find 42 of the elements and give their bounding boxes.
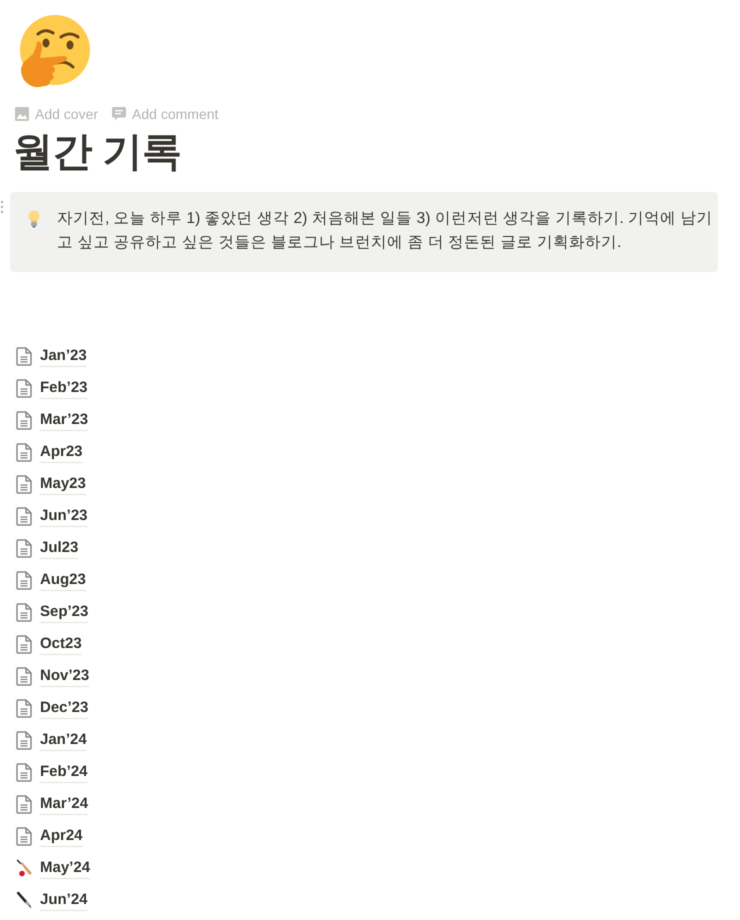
page-link[interactable]: Nov’23 <box>16 660 90 692</box>
page-link[interactable]: Jun’23 <box>16 500 88 532</box>
document-icon <box>16 666 32 686</box>
page-link[interactable]: Apr23 <box>16 436 83 468</box>
cricket-bat-icon <box>16 859 32 877</box>
page-link[interactable]: Jan’24 <box>16 724 87 756</box>
page-link[interactable]: Feb’24 <box>16 756 88 788</box>
document-icon <box>16 378 32 398</box>
page-link[interactable]: Jan’23 <box>16 340 87 372</box>
page-title: 월간 기록 <box>12 129 183 176</box>
lightbulb-icon <box>27 210 41 228</box>
page-link[interactable]: Mar’23 <box>16 404 88 436</box>
drag-handle-icon[interactable] <box>0 200 4 214</box>
callout-text: 자기전, 오늘 하루 1) 좋았던 생각 2) 처음해본 일들 3) 이런저런 생각을 기록하기. 기억에 남기고 싶고 공유하고 싶은 것들은 블로그나 브런치에 좀 더 정돈된 글로 기획화하기. <box>57 209 714 253</box>
document-icon <box>16 346 32 366</box>
document-icon <box>16 474 32 494</box>
document-icon <box>16 602 32 622</box>
page-link[interactable]: Jun’24 <box>16 884 88 916</box>
document-icon <box>16 506 32 526</box>
document-icon <box>16 570 32 590</box>
image-icon <box>15 107 29 121</box>
page-link[interactable]: Mar’24 <box>16 788 88 820</box>
page-link[interactable]: Aug23 <box>16 564 86 596</box>
page-link[interactable]: Dec’23 <box>16 692 88 724</box>
document-icon <box>16 634 32 654</box>
document-icon <box>16 538 32 558</box>
comment-icon <box>112 107 126 121</box>
page-link[interactable]: Jul23 <box>16 532 78 564</box>
document-icon <box>16 762 32 782</box>
document-icon <box>16 794 32 814</box>
document-icon <box>16 826 32 846</box>
page-link[interactable]: Apr24 <box>16 820 83 852</box>
page-link[interactable]: May’24 <box>16 852 90 884</box>
page-link[interactable]: Feb’23 <box>16 372 88 404</box>
page-link[interactable]: May23 <box>16 468 86 500</box>
page-link[interactable]: Sep’23 <box>16 596 88 628</box>
document-icon <box>16 698 32 718</box>
document-icon <box>16 442 32 462</box>
document-icon <box>16 410 32 430</box>
pen-icon <box>16 891 32 909</box>
page-link[interactable]: Oct23 <box>16 628 82 660</box>
document-icon <box>16 730 32 750</box>
